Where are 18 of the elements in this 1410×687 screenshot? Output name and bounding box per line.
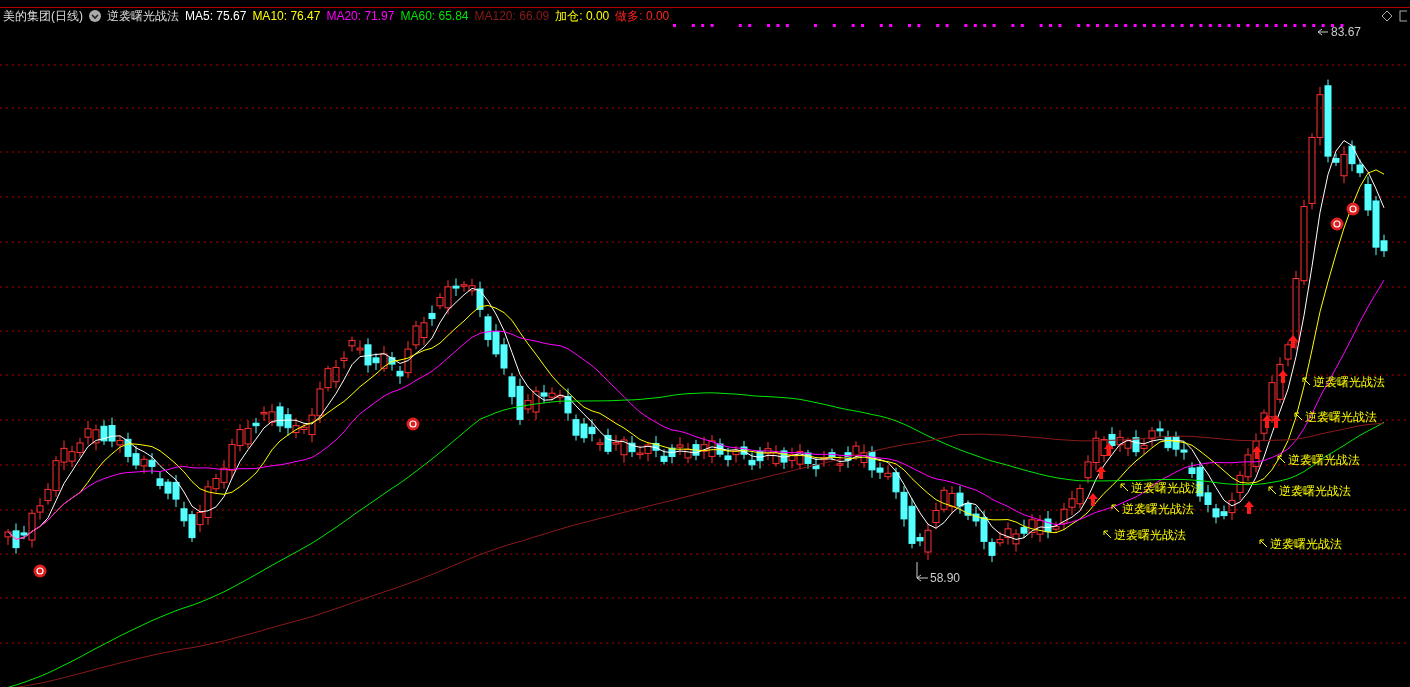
- stock-title: 美的集团(日线): [3, 7, 83, 25]
- indicator-value: 做多: 0.00: [615, 7, 670, 25]
- signal-label: 逆袭曙光战法: [1122, 502, 1194, 516]
- indicator-value: MA5: 75.67: [185, 9, 247, 23]
- indicator-value: MA10: 76.47: [252, 9, 321, 23]
- low-price-label: 58.90: [930, 571, 961, 585]
- signal-label: 逆袭曙光战法: [1288, 453, 1360, 467]
- indicator-value: 加仓: 0.00: [555, 7, 610, 25]
- indicator-value: MA20: 71.97: [326, 9, 395, 23]
- signal-label: 逆袭曙光战法: [1313, 375, 1385, 389]
- signal-label: 逆袭曙光战法: [1270, 537, 1342, 551]
- indicator-name[interactable]: 逆袭曙光战法: [107, 7, 179, 25]
- signal-label: 逆袭曙光战法: [1279, 484, 1351, 498]
- high-price-label: 83.67: [1331, 25, 1362, 39]
- signal-label: 逆袭曙光战法: [1305, 410, 1377, 424]
- indicator-value: MA60: 65.84: [400, 9, 469, 23]
- indicator-value: MA120: 66.09: [474, 9, 550, 23]
- signal-label: 逆袭曙光战法: [1114, 528, 1186, 542]
